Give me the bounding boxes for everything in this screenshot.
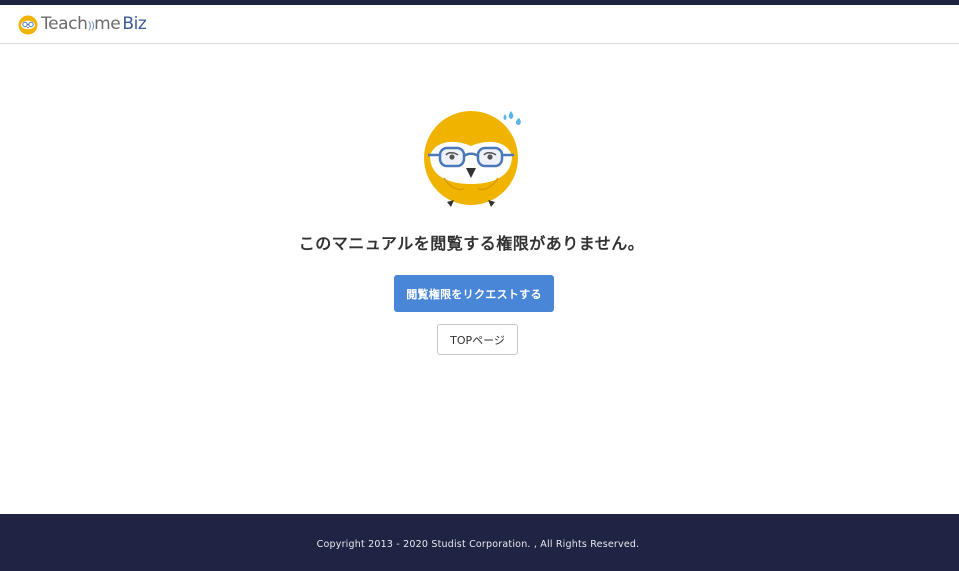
main-content: このマニュアルを閲覧する権限がありません。 閲覧権限をリクエストする TOPペー… xyxy=(0,44,959,514)
top-page-button[interactable]: TOPページ xyxy=(437,324,518,355)
owl-logo-icon xyxy=(18,15,38,35)
request-access-button[interactable]: 閲覧権限をリクエストする xyxy=(394,275,554,312)
app-header: Teach))me Biz xyxy=(0,5,959,44)
page-footer: Copyright 2013 - 2020 Studist Corporatio… xyxy=(0,514,959,571)
copyright-text: Copyright 2013 - 2020 Studist Corporatio… xyxy=(316,539,640,550)
logo-wordmark: Teach))me Biz xyxy=(41,14,147,34)
no-permission-message: このマニュアルを閲覧する権限がありません。 xyxy=(298,234,645,253)
teachme-biz-logo[interactable]: Teach))me Biz xyxy=(17,14,147,36)
sweating-owl-illustration xyxy=(424,111,521,207)
